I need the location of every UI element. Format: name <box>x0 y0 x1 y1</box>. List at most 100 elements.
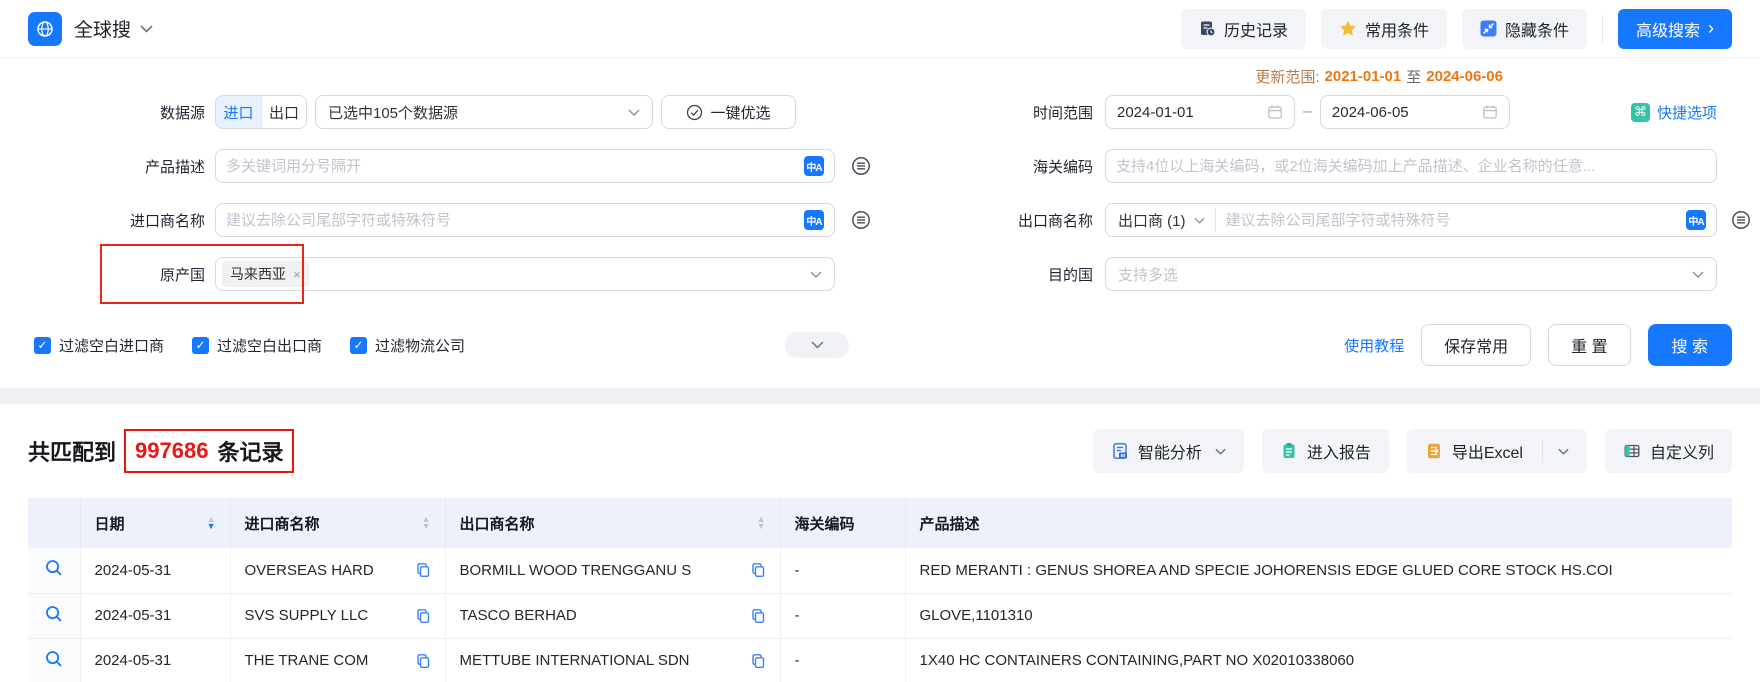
section-divider <box>0 388 1760 404</box>
tag-close-icon[interactable]: × <box>293 267 301 282</box>
app-switcher-chevron[interactable] <box>140 25 153 33</box>
save-common-button[interactable]: 保存常用 <box>1421 324 1531 366</box>
importer-name[interactable]: SVS SUPPLY LLC <box>245 607 369 624</box>
filter-logistics-checkbox[interactable]: ✓ 过滤物流公司 <box>350 335 465 356</box>
product-desc-input[interactable] <box>226 158 804 175</box>
exporter-name[interactable]: BORMILL WOOD TRENGGANU S <box>460 562 692 579</box>
top-bar: 全球搜 历史记录 常用条件 <box>0 0 1760 58</box>
cell-product-desc: RED MERANTI : GENUS SHOREA AND SPECIE JO… <box>905 548 1732 593</box>
checkbox-checked-icon: ✓ <box>34 337 51 354</box>
exporter-inputbox: 出口商 (1) 中A <box>1105 203 1717 237</box>
hs-code-inputbox <box>1105 149 1717 183</box>
enter-report-button[interactable]: 进入报告 <box>1262 429 1389 473</box>
search-detail-icon[interactable] <box>44 649 64 669</box>
exporter-type-select[interactable]: 出口商 (1) <box>1116 208 1216 232</box>
copy-icon[interactable] <box>407 653 431 669</box>
exporter-name[interactable]: METTUBE INTERNATIONAL SDN <box>460 652 690 669</box>
filter-blank-importer-checkbox[interactable]: ✓ 过滤空白进口商 <box>34 335 164 356</box>
exporter-input[interactable] <box>1226 212 1686 229</box>
translate-icon[interactable]: 中A <box>1686 210 1706 230</box>
header-date[interactable]: 日期 ▲▼ <box>80 498 230 548</box>
destination-select[interactable]: 支持多选 <box>1105 257 1717 291</box>
cell-date: 2024-05-31 <box>80 638 230 682</box>
history-button-label: 历史记录 <box>1224 17 1288 41</box>
sort-icon-date[interactable]: ▲▼ <box>207 516 216 530</box>
export-excel-button[interactable]: 导出Excel <box>1407 429 1587 473</box>
copy-icon[interactable] <box>742 653 766 669</box>
exporter-name[interactable]: TASCO BERHAD <box>460 607 577 624</box>
export-dropdown-chevron[interactable] <box>1558 448 1569 455</box>
results-table: 日期 ▲▼ 进口商名称 ▲▼ 出口商名称 ▲▼ 海关编码 <box>28 498 1732 682</box>
importer-name[interactable]: THE TRANE COM <box>245 652 369 669</box>
results-prefix: 共匹配到 <box>28 435 116 467</box>
hide-conditions-button[interactable]: 隐藏条件 <box>1462 9 1587 49</box>
hs-code-input[interactable] <box>1116 158 1706 175</box>
advanced-search-button[interactable]: 高级搜索 › <box>1618 9 1732 49</box>
tab-export[interactable]: 出口 <box>261 96 306 128</box>
reset-button[interactable]: 重 置 <box>1548 324 1630 366</box>
collapse-form-button[interactable] <box>785 332 849 358</box>
tutorial-link[interactable]: 使用教程 <box>1344 335 1404 356</box>
chevron-down-icon <box>1194 217 1205 224</box>
calendar-icon <box>1482 104 1498 120</box>
header-exporter[interactable]: 出口商名称 ▲▼ <box>445 498 780 548</box>
cell-importer: THE TRANE COM <box>230 638 445 682</box>
copy-icon[interactable] <box>742 608 766 624</box>
tab-import[interactable]: 进口 <box>216 96 261 128</box>
chevron-right-icon: › <box>1708 19 1714 37</box>
filters-actions-row: ✓ 过滤空白进口商 ✓ 过滤空白出口商 ✓ 过滤物流公司 使用教程 保存常用 重… <box>0 330 1760 360</box>
filter-blank-exporter-checkbox[interactable]: ✓ 过滤空白出口商 <box>192 335 322 356</box>
cell-date: 2024-05-31 <box>80 548 230 593</box>
importer-inputbox: 中A <box>215 203 835 237</box>
cell-exporter: TASCO BERHAD <box>445 593 780 638</box>
importer-name[interactable]: OVERSEAS HARD <box>245 562 374 579</box>
copy-icon[interactable] <box>407 562 431 578</box>
date-end-value: 2024-06-05 <box>1332 104 1409 121</box>
history-button[interactable]: 历史记录 <box>1181 9 1306 49</box>
table-header-row: 日期 ▲▼ 进口商名称 ▲▼ 出口商名称 ▲▼ 海关编码 <box>28 498 1732 548</box>
row-detail-cell <box>28 638 80 682</box>
sort-icon-exporter[interactable]: ▲▼ <box>757 516 766 530</box>
product-desc-label: 产品描述 <box>28 156 205 177</box>
header-importer-label: 进口商名称 <box>245 513 320 534</box>
results-suffix: 条记录 <box>217 435 283 467</box>
row-detail-cell <box>28 593 80 638</box>
exclude-filter-icon[interactable] <box>850 155 872 177</box>
translate-icon[interactable]: 中A <box>804 156 824 176</box>
origin-tag: 马来西亚 × <box>222 261 309 287</box>
sort-icon-importer[interactable]: ▲▼ <box>422 516 431 530</box>
one-click-optimize-button[interactable]: 一键优选 <box>661 95 796 129</box>
export-excel-label: 导出Excel <box>1452 439 1523 463</box>
origin-select[interactable]: 马来西亚 × <box>215 257 835 291</box>
history-doc-icon <box>1199 20 1216 37</box>
exclude-filter-icon[interactable] <box>850 209 872 231</box>
quick-options-link[interactable]: ⌘ 快捷选项 <box>1631 102 1717 123</box>
copy-icon[interactable] <box>407 608 431 624</box>
date-start-input[interactable]: 2024-01-01 <box>1105 95 1295 129</box>
search-button[interactable]: 搜 索 <box>1648 324 1732 366</box>
checkbox-checked-icon: ✓ <box>350 337 367 354</box>
smart-analysis-button[interactable]: BI 智能分析 <box>1093 429 1244 473</box>
translate-icon[interactable]: 中A <box>804 210 824 230</box>
update-range-line: 更新范围: 2021-01-01 至 2024-06-06 <box>0 64 1760 88</box>
filter-label: 过滤空白出口商 <box>217 335 322 356</box>
date-end-input[interactable]: 2024-06-05 <box>1320 95 1510 129</box>
header-importer[interactable]: 进口商名称 ▲▼ <box>230 498 445 548</box>
smart-analysis-label: 智能分析 <box>1138 439 1202 463</box>
checkbox-checked-icon: ✓ <box>192 337 209 354</box>
results-toolbar: BI 智能分析 进入报告 <box>1093 429 1732 473</box>
global-search-page: 全球搜 历史记录 常用条件 <box>0 0 1760 682</box>
data-source-select[interactable]: 已选中105个数据源 <box>315 95 653 129</box>
copy-icon[interactable] <box>742 562 766 578</box>
calendar-icon <box>1267 104 1283 120</box>
direction-segment: 进口 出口 <box>215 95 307 129</box>
globe-icon <box>35 19 55 39</box>
exclude-filter-icon[interactable] <box>1730 209 1752 231</box>
form-row-countries: 原产国 马来西亚 × 目的国 支持多选 <box>0 257 1760 291</box>
cell-hscode: - <box>780 548 905 593</box>
favorites-button[interactable]: 常用条件 <box>1321 9 1447 49</box>
search-detail-icon[interactable] <box>44 558 64 578</box>
search-detail-icon[interactable] <box>44 604 64 624</box>
custom-columns-button[interactable]: 自定义列 <box>1605 429 1732 473</box>
importer-input[interactable] <box>226 212 804 229</box>
